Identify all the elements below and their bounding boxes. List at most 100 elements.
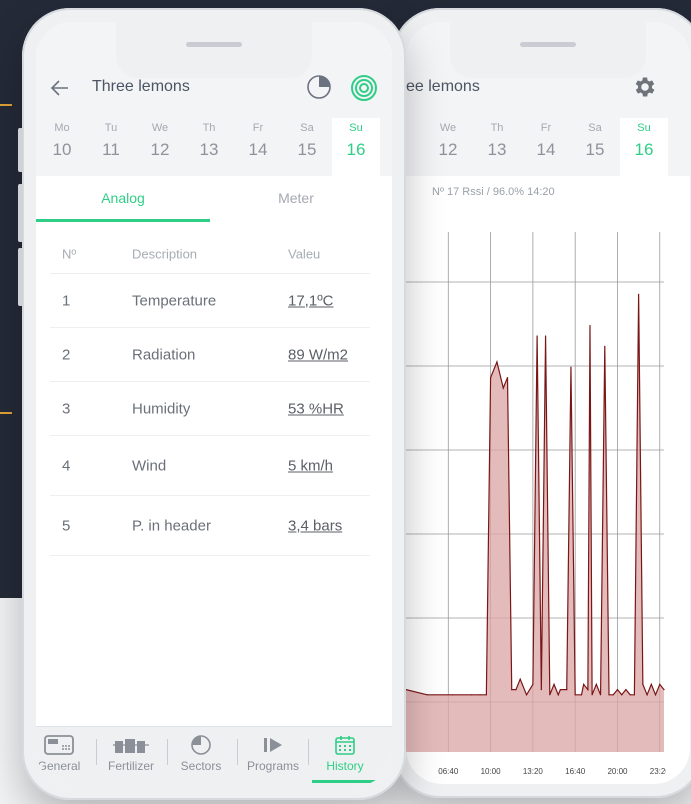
value-link[interactable]: 5 km/h: [288, 457, 333, 474]
bottom-nav: General Fertilizer Sectors Programs Hist…: [36, 726, 392, 786]
day-item[interactable]: Th 13: [473, 118, 521, 176]
nav-general[interactable]: General: [36, 733, 94, 773]
notch: [116, 22, 312, 78]
data-point: [616, 689, 619, 691]
tanks-icon: [113, 739, 149, 753]
data-point: [621, 694, 623, 696]
data-point: [540, 689, 542, 691]
day-item[interactable]: We 12: [136, 118, 184, 176]
x-tick-label: 06:40: [438, 767, 459, 776]
data-point: [646, 694, 648, 696]
data-point: [479, 694, 481, 696]
table-row: 1 Temperature 17,1ºC: [50, 274, 370, 328]
data-point: [511, 689, 513, 691]
data-point: [559, 689, 561, 691]
accent-line: [0, 412, 12, 414]
data-point: [515, 689, 517, 691]
back-arrow-icon[interactable]: [48, 76, 72, 100]
data-point: [638, 293, 640, 295]
chart-svg: 06:40 10:00 13:20 16:40 20:00 23:20: [406, 232, 670, 776]
value-link[interactable]: 53 %HR: [288, 400, 344, 417]
data-point: [570, 366, 572, 368]
pie-icon: [191, 735, 211, 755]
data-point: [580, 694, 583, 696]
data-point: [553, 683, 555, 685]
data-point: [595, 683, 597, 685]
rssi-status: Nº 17 Rssi / 96.0% 14:20: [432, 186, 555, 198]
day-item[interactable]: Fr 14: [234, 118, 282, 176]
page-title: ee lemons: [406, 78, 480, 95]
x-tick-label: 16:40: [565, 767, 586, 776]
data-point: [525, 694, 528, 696]
tab-meter[interactable]: Meter: [210, 176, 382, 222]
gear-icon[interactable]: [632, 74, 658, 100]
nav-history[interactable]: History: [310, 733, 380, 783]
data-point: [599, 694, 602, 696]
nav-fertilizer[interactable]: Fertilizer: [96, 733, 166, 773]
x-tick-label: 10:00: [481, 767, 502, 776]
data-point: [629, 694, 631, 696]
day-item[interactable]: Sa 15: [283, 118, 331, 176]
screen-left: Three lemons Mo 10 Tu 11 We 12 Th 13 Fr 14 Sa…: [36, 22, 392, 786]
day-item[interactable]: Mo 10: [38, 118, 86, 176]
data-point: [536, 335, 538, 337]
phone-right: ee lemons We 12 Th 13 Fr 14 Sa 15 Su 16 Nº 17…: [392, 8, 691, 798]
data-point: [608, 694, 610, 696]
page-title: Three lemons: [92, 78, 190, 95]
data-point: [519, 678, 521, 680]
data-point: [496, 361, 498, 363]
day-item[interactable]: We 12: [424, 118, 472, 176]
value-link[interactable]: 89 W/m2: [288, 346, 348, 363]
data-point: [612, 694, 614, 696]
day-item[interactable]: Th 13: [185, 118, 233, 176]
tab-analog[interactable]: Analog: [36, 176, 210, 222]
side-button: [18, 184, 23, 242]
day-item[interactable]: Sa 15: [571, 118, 619, 176]
data-point: [489, 377, 492, 379]
data-point: [549, 694, 551, 696]
data-point: [566, 689, 568, 691]
table-row: 2 Radiation 89 W/m2: [50, 328, 370, 382]
data-point: [663, 689, 665, 691]
table-row: 4 Wind 5 km/h: [50, 436, 370, 496]
data-point: [589, 325, 591, 327]
x-tick-label: 23:20: [650, 767, 666, 776]
table-header: Nº Description Valeu: [50, 234, 370, 274]
screen-right: ee lemons We 12 Th 13 Fr 14 Sa 15 Su 16 Nº 17…: [406, 22, 690, 784]
data-point: [470, 694, 473, 696]
data-point: [591, 694, 593, 696]
nav-programs[interactable]: Programs: [238, 733, 308, 773]
data-point: [557, 694, 559, 696]
week-strip: Mo 10 Tu 11 We 12 Th 13 Fr 14 Sa 15 Su 16: [36, 118, 392, 176]
data-point: [451, 694, 454, 696]
data-point: [544, 335, 547, 337]
data-point: [654, 694, 657, 696]
calendar-icon: [335, 736, 355, 755]
data-point: [485, 694, 487, 696]
data-point: [625, 689, 627, 691]
phone-left: Three lemons Mo 10 Tu 11 We 12 Th 13 Fr 14 Sa…: [18, 8, 406, 800]
day-item[interactable]: Tu 11: [87, 118, 135, 176]
data-point: [583, 683, 585, 685]
nav-divider: [308, 739, 309, 765]
data-point: [506, 377, 509, 379]
day-item-active[interactable]: Su 16: [332, 118, 380, 176]
data-point: [532, 683, 534, 685]
data-point: [587, 689, 589, 691]
analog-table: Nº Description Valeu 1 Temperature 17,1º…: [50, 234, 370, 556]
notch: [450, 22, 646, 78]
signal-target-icon[interactable]: [350, 74, 378, 102]
day-item[interactable]: Fr 14: [522, 118, 570, 176]
side-button: [18, 248, 23, 306]
pie-icon[interactable]: [306, 74, 332, 100]
data-point: [642, 683, 644, 685]
value-link[interactable]: 3,4 bars: [288, 517, 342, 534]
controller-icon: [44, 735, 74, 755]
day-item-active[interactable]: Su 16: [620, 118, 668, 176]
x-tick-label: 13:20: [523, 767, 544, 776]
value-link[interactable]: 17,1ºC: [288, 292, 334, 309]
data-point: [502, 387, 504, 389]
x-tick-label: 20:00: [607, 767, 628, 776]
data-point: [650, 683, 652, 685]
nav-sectors[interactable]: Sectors: [166, 733, 236, 773]
